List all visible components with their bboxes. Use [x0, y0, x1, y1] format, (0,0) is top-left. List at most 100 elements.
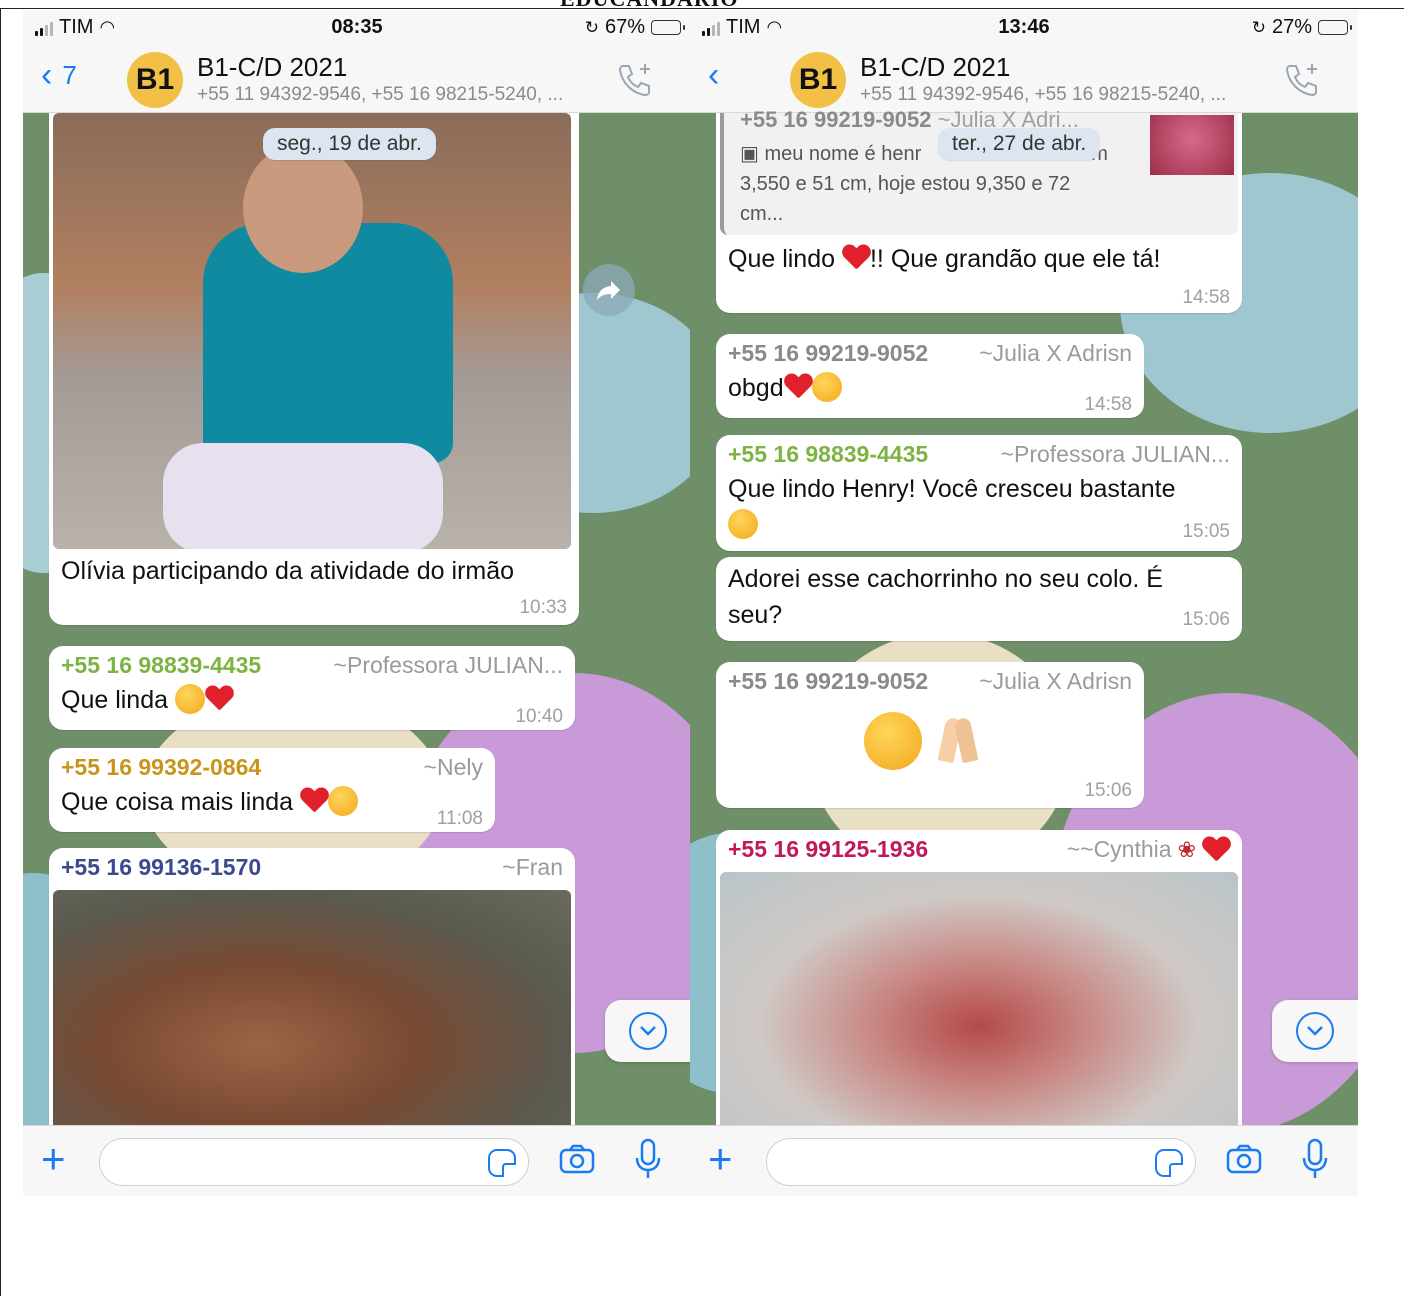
rotation-lock-icon: ↻	[1251, 17, 1266, 37]
battery-percent: 27%	[1271, 16, 1312, 38]
sender-phone[interactable]: +55 16 98839-4435	[61, 652, 261, 679]
emoji-message[interactable]: +55 16 99219-9052 ~Julia X Adrisn 15:06	[716, 662, 1144, 808]
sender-alias: ~Julia X Adrisn	[979, 668, 1132, 694]
sender-alias: ~Fran	[502, 854, 563, 880]
image-message[interactable]: +55 16 99125-1936 ~~Cynthia ❀	[716, 830, 1242, 1152]
status-bar: TIM ◠ 13:46 ↻ 27%	[690, 10, 1358, 46]
message-photo-blurred[interactable]	[720, 872, 1238, 1152]
sender-alias: ~Professora JULIAN...	[333, 652, 563, 678]
image-message[interactable]: Olívia participando da atividade do irmã…	[49, 113, 579, 625]
back-button[interactable]: ‹	[708, 58, 719, 92]
status-bar: TIM ◠ 08:35 ↻ 67%	[23, 10, 691, 46]
message-input[interactable]	[99, 1138, 529, 1186]
chevron-down-icon	[640, 1026, 656, 1036]
quoted-thumbnail	[1150, 115, 1234, 175]
image-message[interactable]: +55 16 99136-1570 ~Fran	[49, 848, 575, 1150]
message-text: !! Que grandão que ele tá!	[869, 245, 1161, 273]
text-message[interactable]: +55 16 99392-0864 ~Nely Que coisa mais li…	[49, 748, 495, 832]
camera-icon: ▣	[740, 143, 759, 165]
message-text: Que lindo Henry! Você cresceu bastante	[728, 475, 1176, 503]
forward-button[interactable]	[583, 264, 635, 316]
plus-icon[interactable]: +	[41, 1136, 66, 1182]
message-text: Que coisa mais linda	[61, 788, 294, 816]
message-time: 14:58	[1182, 287, 1230, 308]
text-message[interactable]: +55 16 98839-4435 ~Professora JULIAN... Q…	[49, 646, 575, 730]
sender-phone[interactable]: +55 16 99219-9052	[728, 668, 928, 695]
camera-icon[interactable]	[1226, 1144, 1262, 1174]
text-message[interactable]: +55 16 98839-4435 ~Professora JULIAN... Q…	[716, 435, 1242, 551]
message-caption: Olívia participando da atividade do irmã…	[61, 557, 515, 585]
battery-icon	[651, 20, 685, 35]
heart-emoji-icon	[784, 374, 812, 400]
heart-emoji-icon	[1202, 837, 1230, 863]
call-add-icon[interactable]	[615, 60, 655, 100]
smiling-hearts-emoji-icon	[328, 786, 359, 816]
heart-emoji-icon	[205, 686, 233, 712]
text-message[interactable]: +55 16 99219-9052 ~Julia X Adrisn obgd 14…	[716, 334, 1144, 418]
group-members[interactable]: +55 11 94392-9546, +55 16 98215-5240, ..…	[197, 84, 563, 106]
message-time: 10:40	[515, 706, 563, 727]
message-time: 11:08	[436, 808, 483, 829]
camera-icon[interactable]	[559, 1144, 595, 1174]
smiling-hearts-emoji-icon	[728, 509, 758, 539]
sender-phone[interactable]: +55 16 99219-9052	[728, 340, 928, 367]
sender-phone[interactable]: +55 16 99136-1570	[61, 854, 261, 881]
sender-alias: ~~Cynthia	[1066, 836, 1172, 862]
back-chevron-icon: ‹	[41, 56, 53, 94]
smiling-hearts-emoji-icon	[864, 712, 922, 770]
heart-emoji-icon	[300, 788, 328, 814]
mic-icon[interactable]	[635, 1138, 661, 1180]
divider	[0, 8, 1, 1296]
message-photo[interactable]	[53, 113, 571, 549]
back-button[interactable]: ‹ 7	[41, 58, 77, 92]
sticker-icon[interactable]	[488, 1149, 516, 1177]
message-time: 15:06	[1084, 780, 1132, 801]
sender-alias: ~Professora JULIAN...	[1000, 441, 1230, 467]
divider	[0, 8, 1404, 9]
sender-phone[interactable]: +55 16 99392-0864	[61, 754, 261, 781]
message-text: obgd	[728, 374, 784, 402]
message-text: Que lindo	[728, 245, 836, 273]
message-text: Que linda	[61, 686, 169, 714]
chevron-down-icon	[1307, 1026, 1323, 1036]
sender-phone[interactable]: +55 16 98839-4435	[728, 441, 928, 468]
smiling-hearts-emoji-icon	[174, 684, 205, 714]
composer-bar: +	[23, 1125, 691, 1196]
chat-header: ‹ 7 B1 B1-C/D 2021 +55 11 94392-9546, +5…	[23, 46, 691, 113]
text-message[interactable]: Adorei esse cachorrinho no seu colo. É se…	[716, 557, 1242, 641]
heart-emoji-icon	[842, 245, 870, 271]
sender-phone[interactable]: +55 16 99125-1936	[728, 836, 928, 863]
message-time: 10:33	[519, 597, 567, 618]
date-separator: seg., 19 de abr.	[263, 128, 436, 160]
group-avatar[interactable]: B1	[790, 52, 846, 108]
photo-subject	[243, 143, 363, 273]
group-avatar[interactable]: B1	[127, 52, 183, 108]
group-title[interactable]: B1-C/D 2021	[197, 52, 347, 83]
rose-emoji-icon: ❀	[1177, 836, 1196, 862]
scroll-down-button[interactable]	[1272, 1000, 1358, 1062]
plus-icon[interactable]: +	[708, 1136, 733, 1182]
praying-hands-emoji-icon	[930, 712, 988, 770]
group-title[interactable]: B1-C/D 2021	[860, 52, 1010, 83]
photo-subject	[163, 443, 443, 549]
forward-icon	[597, 281, 620, 300]
smiling-hearts-emoji-icon	[811, 372, 842, 402]
message-input[interactable]	[766, 1138, 1196, 1186]
message-time: 14:58	[1084, 394, 1132, 415]
mic-icon[interactable]	[1302, 1138, 1328, 1180]
battery-percent: 67%	[604, 16, 645, 38]
sticker-icon[interactable]	[1155, 1149, 1183, 1177]
group-members[interactable]: +55 11 94392-9546, +55 16 98215-5240, ..…	[860, 84, 1226, 106]
composite-screenshot: EDUCANDÁRIO TIM ◠ 08:35 ↻ 67%	[0, 0, 1404, 1296]
message-photo-blurred[interactable]	[53, 890, 571, 1150]
message-time: 15:05	[1182, 521, 1230, 542]
message-time: 15:06	[1182, 609, 1230, 630]
sender-alias: ~Julia X Adrisn	[979, 340, 1132, 366]
sender-alias: ~Nely	[423, 754, 483, 780]
battery-icon	[1318, 20, 1352, 35]
composer-bar: +	[690, 1125, 1358, 1196]
chat-screen-right: TIM ◠ 13:46 ↻ 27% ‹ B1 B1-C/D 2021 +55 1…	[690, 10, 1358, 1196]
message-text: Adorei esse cachorrinho no seu colo. É	[728, 565, 1163, 593]
call-add-icon[interactable]	[1282, 60, 1322, 100]
scroll-down-button[interactable]	[605, 1000, 691, 1062]
